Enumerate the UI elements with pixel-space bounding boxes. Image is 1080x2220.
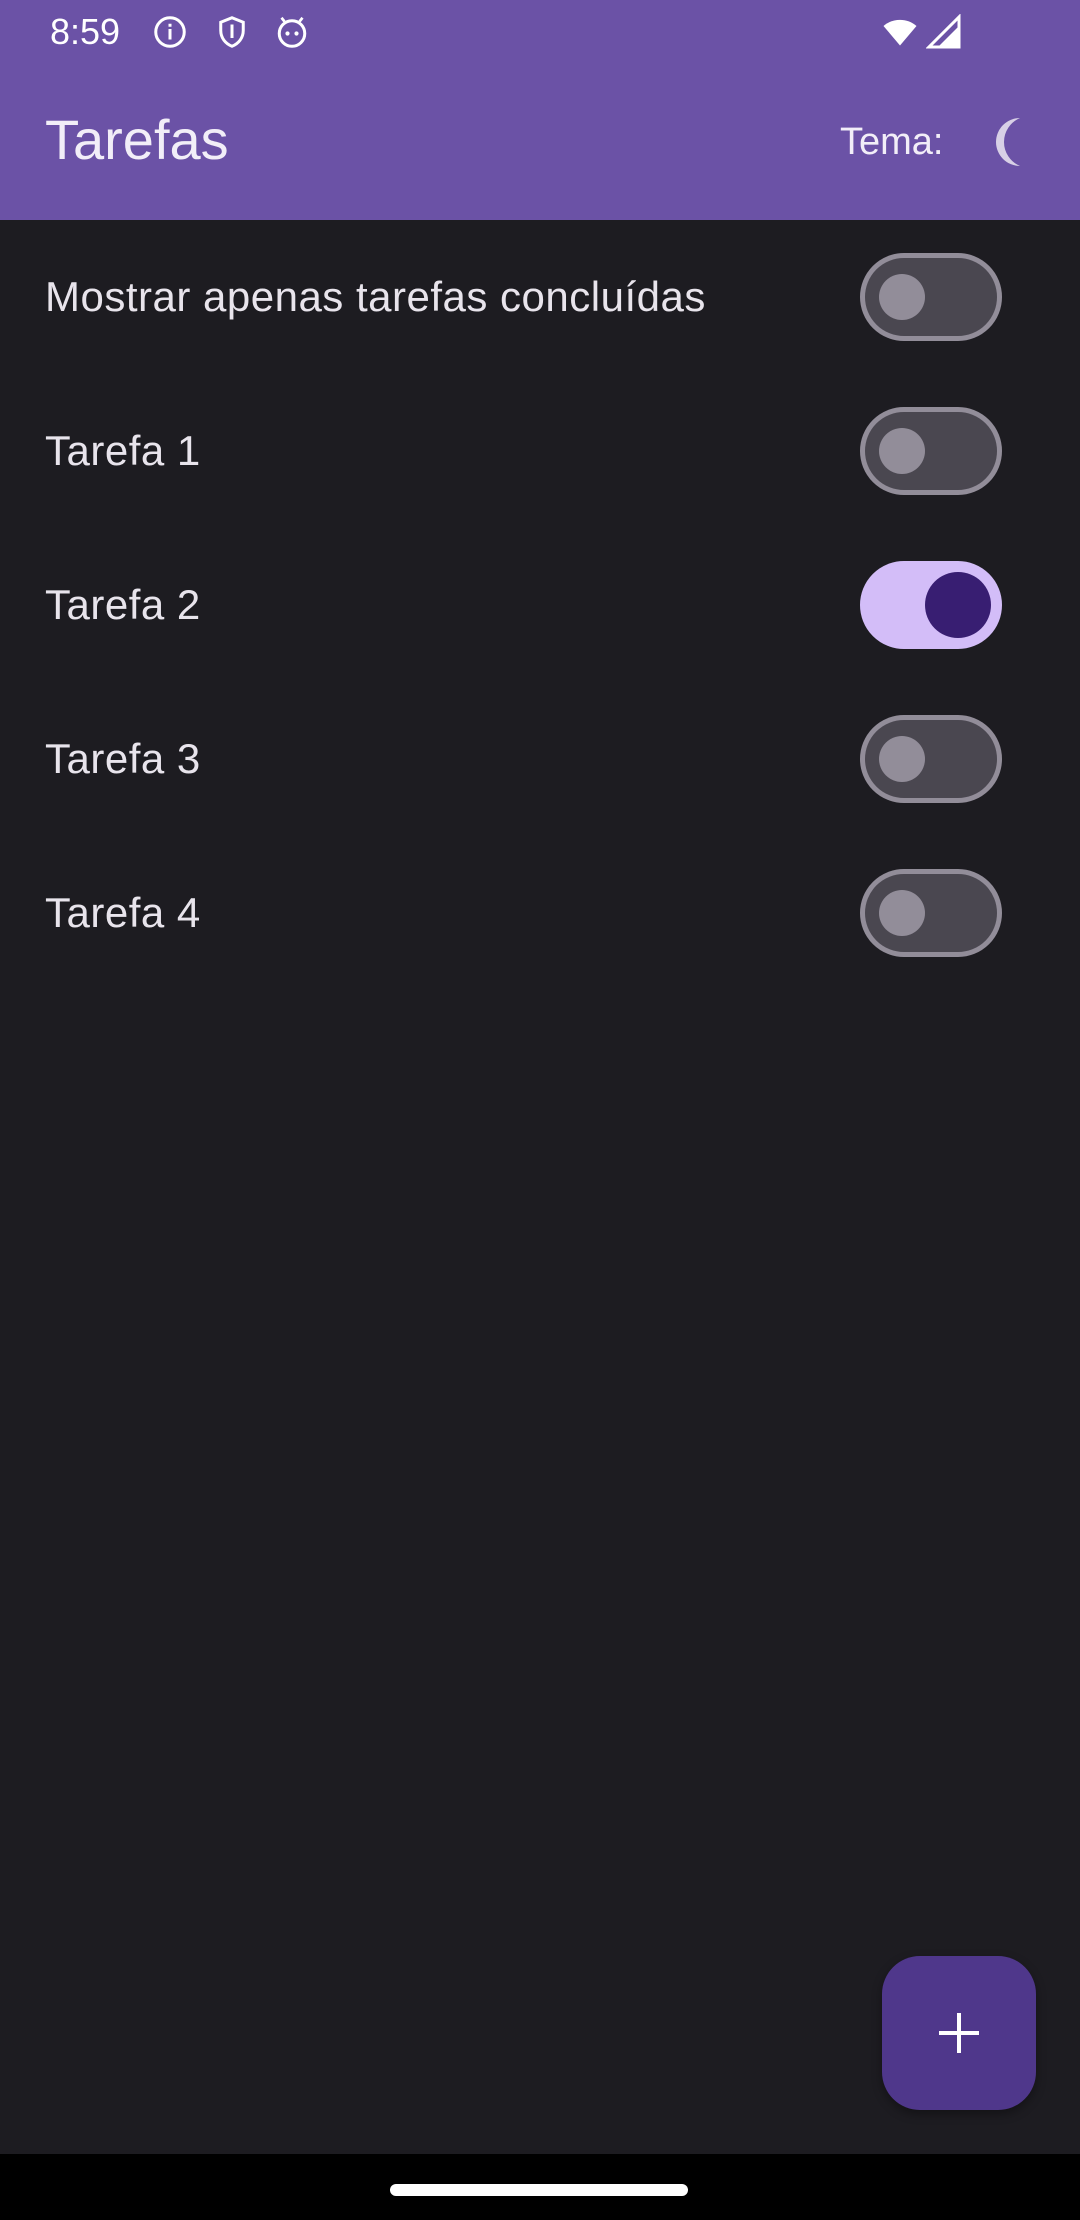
shield-icon <box>214 14 250 50</box>
task-label: Tarefa 4 <box>45 889 201 936</box>
navigation-bar <box>0 2154 1080 2220</box>
task-switch[interactable] <box>860 715 1002 803</box>
task-label: Tarefa 1 <box>45 427 201 474</box>
filter-completed-row[interactable]: Mostrar apenas tarefas concluídas <box>0 220 1080 374</box>
task-item[interactable]: Tarefa 3 <box>0 682 1080 836</box>
moon-icon <box>996 118 1020 166</box>
switch-thumb <box>879 274 925 320</box>
task-label: Tarefa 3 <box>45 735 201 782</box>
filter-completed-switch[interactable] <box>860 253 1002 341</box>
signal-icon <box>926 14 962 50</box>
plus-icon <box>939 2013 979 2053</box>
app-bar: Tarefas Tema: <box>0 64 1080 220</box>
app-screen: 8:59 Tarefas Tema: Mostrar apenas tarefa… <box>0 0 1080 2220</box>
status-time: 8:59 <box>50 11 121 52</box>
page-title: Tarefas <box>45 108 229 171</box>
theme-toggle-button[interactable] <box>978 110 1042 174</box>
task-item[interactable]: Tarefa 2 <box>0 528 1080 682</box>
task-item[interactable]: Tarefa 4 <box>0 836 1080 990</box>
status-bar: 8:59 <box>0 0 1080 64</box>
task-list: Mostrar apenas tarefas concluídas Tarefa… <box>0 220 1080 990</box>
switch-thumb <box>879 736 925 782</box>
wifi-icon <box>882 14 918 50</box>
home-gesture-handle[interactable] <box>390 2184 688 2196</box>
task-switch[interactable] <box>860 407 1002 495</box>
switch-thumb <box>879 428 925 474</box>
info-icon <box>152 14 188 50</box>
android-icon <box>274 14 310 50</box>
task-switch[interactable] <box>860 869 1002 957</box>
theme-label: Tema: <box>840 121 944 163</box>
add-task-button[interactable] <box>882 1956 1036 2110</box>
switch-thumb <box>925 572 991 638</box>
task-label: Tarefa 2 <box>45 581 201 628</box>
switch-thumb <box>879 890 925 936</box>
filter-completed-label: Mostrar apenas tarefas concluídas <box>45 273 706 320</box>
task-switch[interactable] <box>860 561 1002 649</box>
task-item[interactable]: Tarefa 1 <box>0 374 1080 528</box>
